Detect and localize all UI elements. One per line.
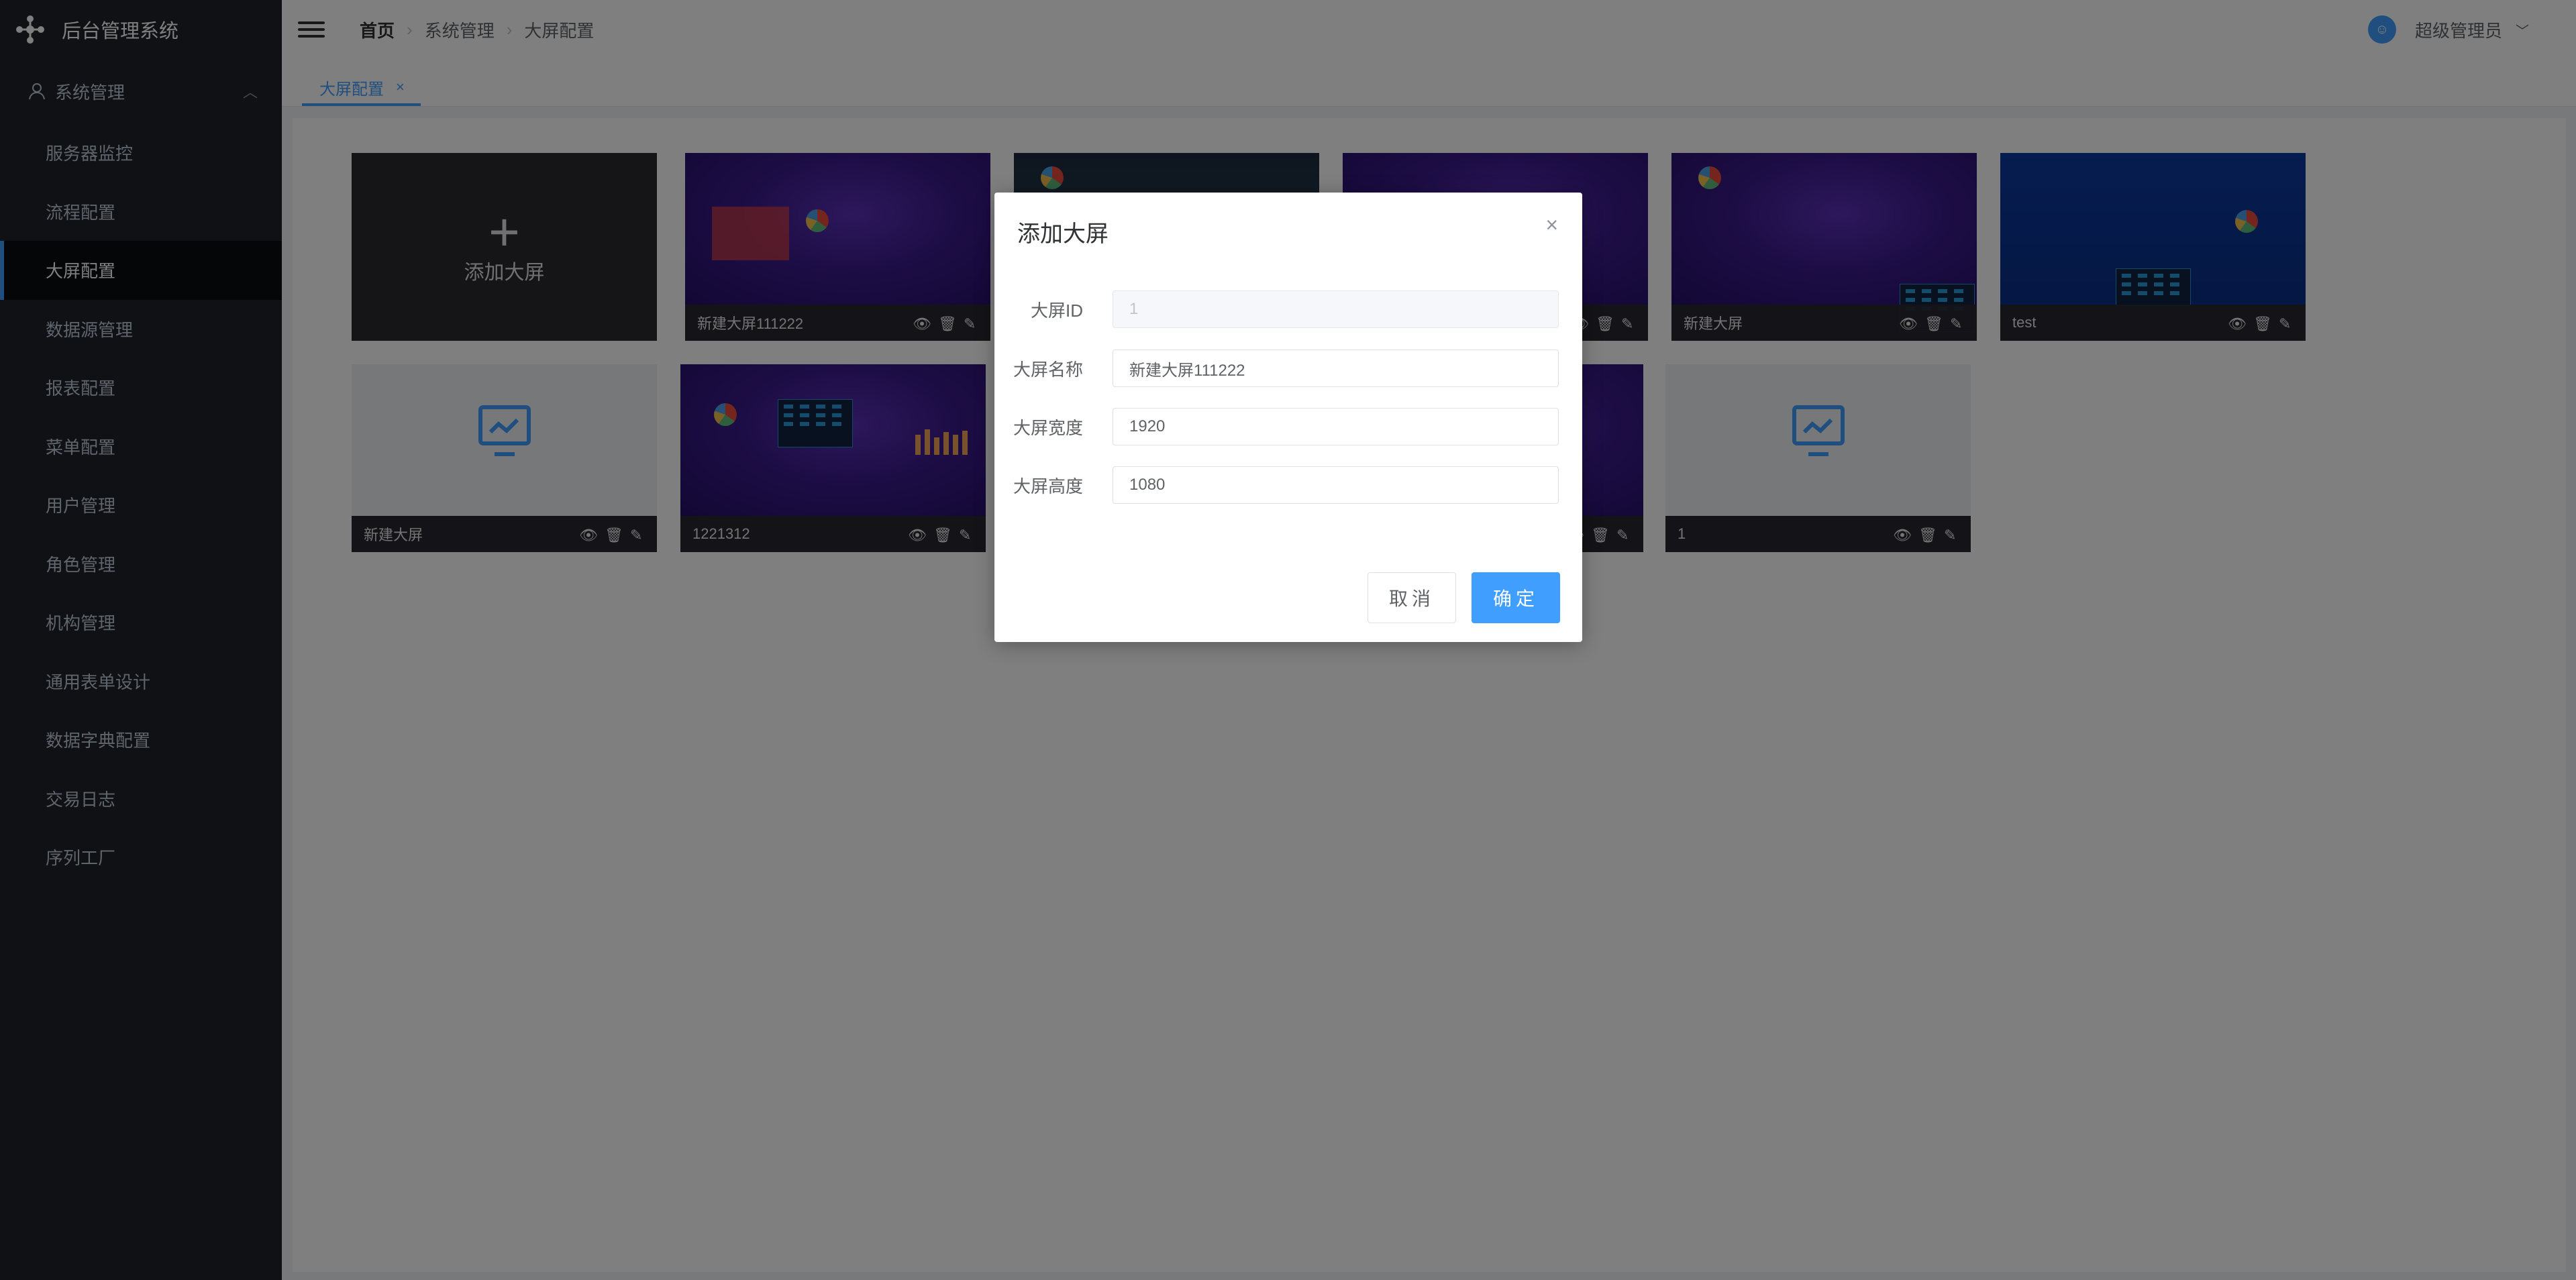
screen-name-input[interactable] [1113,350,1559,387]
confirm-button[interactable]: 确定 [1472,572,1560,623]
field-screen-width: 大屏宽度 [994,408,1582,445]
cancel-button[interactable]: 取消 [1368,572,1456,623]
field-screen-id: 大屏ID [994,290,1582,328]
field-screen-height: 大屏高度 [994,466,1582,504]
screen-id-input[interactable] [1113,290,1559,328]
field-label: 大屏宽度 [1013,417,1083,438]
field-label: 大屏ID [1030,300,1083,321]
screen-width-input[interactable] [1113,408,1559,445]
close-icon[interactable]: × [1545,213,1558,237]
add-screen-dialog: 添加大屏 × 大屏ID 大屏名称 大屏宽度 大屏高度 取消 确定 [994,193,1582,642]
dialog-title: 添加大屏 [1017,221,1109,247]
field-label: 大屏名称 [1013,359,1083,380]
field-screen-name: 大屏名称 [994,350,1582,387]
screen-height-input[interactable] [1113,466,1559,504]
field-label: 大屏高度 [1013,476,1083,496]
